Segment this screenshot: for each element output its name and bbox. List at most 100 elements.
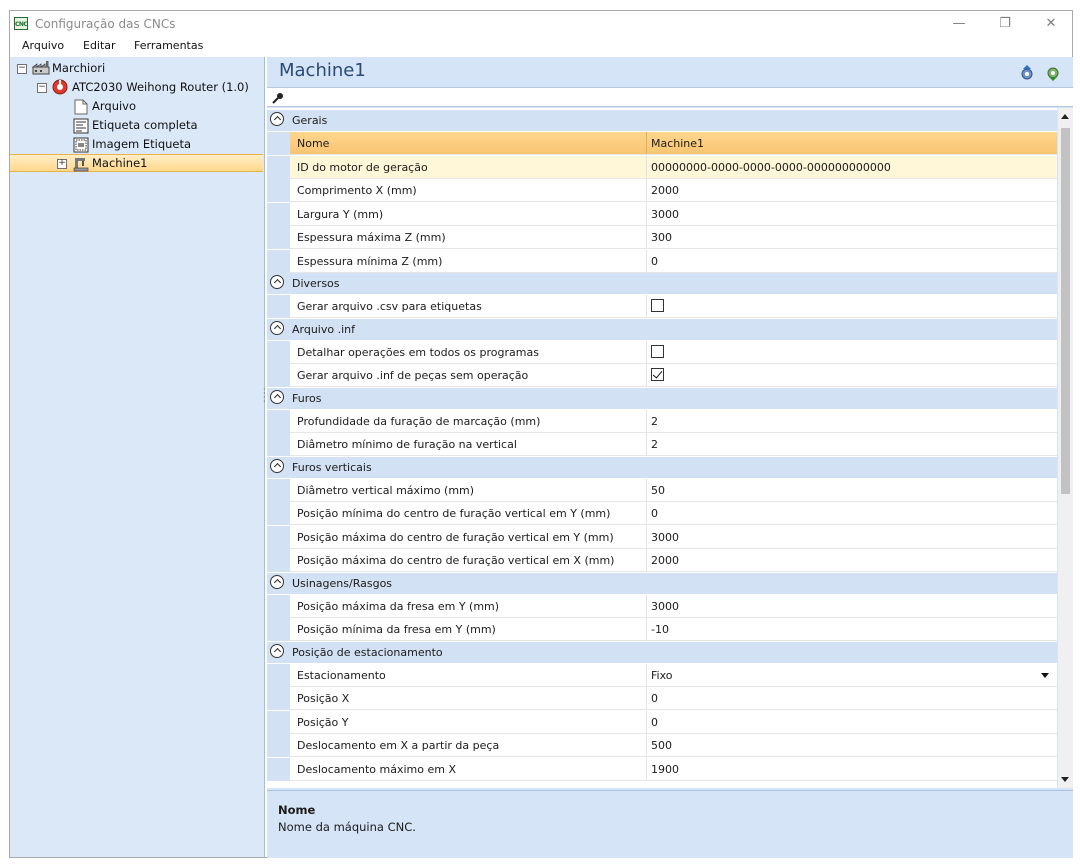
property-value[interactable]: Machine1 [651, 137, 704, 150]
property-name: Posição Y [297, 715, 349, 729]
property-row[interactable]: ID do motor de geração 00000000-0000-0000… [267, 155, 1057, 179]
tree-item-machine1[interactable]: Machine1 [92, 154, 147, 172]
category-header[interactable]: Usinagens/Rasgos [267, 572, 1057, 594]
help-description: Nome da máquina CNC. [278, 820, 416, 834]
dropdown-arrow-icon[interactable] [1041, 672, 1049, 678]
vertical-scrollbar[interactable] [1058, 108, 1073, 788]
collapse-chevron-icon[interactable] [270, 275, 284, 289]
property-row[interactable]: Gerar arquivo .csv para etiquetas [267, 295, 1057, 318]
property-value[interactable]: 0 [651, 255, 658, 268]
property-value[interactable]: 1900 [651, 763, 679, 776]
category-header[interactable]: Posição de estacionamento [267, 641, 1057, 663]
column-divider [646, 226, 647, 249]
property-row[interactable]: Diâmetro vertical máximo (mm) 50 [267, 478, 1057, 502]
property-value[interactable]: 2000 [651, 184, 679, 197]
settings-download-icon[interactable] [1045, 65, 1061, 81]
collapse-chevron-icon[interactable] [270, 458, 284, 473]
category-header[interactable]: Furos [267, 387, 1057, 409]
property-value[interactable]: 300 [651, 231, 672, 244]
category-label: Diversos [292, 277, 340, 290]
property-row[interactable]: Comprimento X (mm) 2000 [267, 179, 1057, 202]
expand-toggle-icon[interactable]: + [57, 159, 67, 169]
property-value[interactable]: 2 [651, 438, 658, 451]
tree-item-marchiori[interactable]: Marchiori [52, 59, 105, 77]
property-value[interactable]: Fixo [651, 669, 672, 682]
property-value[interactable]: 0 [651, 692, 658, 705]
menu-ferramentas[interactable]: Ferramentas [134, 39, 203, 52]
property-row[interactable]: Posição mínima da fresa em Y (mm) -10 [267, 618, 1057, 641]
splitter-handle[interactable]: · · · · [263, 386, 266, 406]
scroll-up-arrow-icon[interactable] [1061, 114, 1069, 119]
property-name: Profundidade da furação de marcação (mm) [297, 414, 541, 428]
scroll-down-arrow-icon[interactable] [1061, 777, 1069, 782]
property-search-bar[interactable] [267, 87, 1073, 107]
property-value[interactable]: -10 [651, 623, 669, 636]
property-row[interactable]: Espessura máxima Z (mm) 300 [267, 226, 1057, 249]
minimize-button[interactable]: — [936, 13, 982, 35]
property-checkbox[interactable] [651, 368, 664, 381]
collapse-toggle-icon[interactable]: − [37, 83, 47, 93]
collapse-chevron-icon[interactable] [270, 320, 284, 335]
collapse-chevron-icon[interactable] [270, 389, 284, 404]
close-button[interactable]: ✕ [1028, 13, 1074, 35]
property-row[interactable]: Deslocamento máximo em X 1900 [267, 757, 1057, 781]
property-value[interactable]: 500 [651, 739, 672, 752]
category-header[interactable]: Arquivo .inf [267, 318, 1057, 340]
category-label: Furos verticais [292, 460, 372, 474]
search-key-icon [272, 93, 283, 104]
tree-item-etiqueta-completa[interactable]: Etiqueta completa [92, 116, 198, 134]
property-row[interactable]: Posição máxima do centro de furação vert… [267, 549, 1057, 572]
property-row[interactable]: Estacionamento Fixo [267, 663, 1057, 687]
property-name: Nome [297, 137, 330, 150]
menu-editar[interactable]: Editar [83, 39, 116, 52]
property-value[interactable]: 50 [651, 484, 665, 497]
row-gutter [267, 618, 290, 641]
property-row[interactable]: Posição máxima da fresa em Y (mm) 3000 [267, 594, 1057, 618]
property-row[interactable]: Detalhar operações em todos os programas [267, 340, 1057, 364]
property-row[interactable]: Deslocamento em X a partir da peça 500 [267, 734, 1057, 757]
tree-item-router[interactable]: ATC2030 Weihong Router (1.0) [72, 78, 249, 96]
property-value[interactable]: 2 [651, 415, 658, 428]
collapse-chevron-icon[interactable] [270, 112, 284, 126]
property-row[interactable]: Profundidade da furação de marcação (mm)… [267, 409, 1057, 433]
property-checkbox[interactable] [651, 299, 664, 312]
property-row[interactable]: Gerar arquivo .inf de peças sem operação [267, 364, 1057, 387]
category-label: Usinagens/Rasgos [292, 576, 393, 590]
property-value[interactable]: 00000000-0000-0000-0000-000000000000 [651, 161, 891, 174]
collapse-chevron-icon[interactable] [270, 643, 284, 658]
property-row[interactable]: Diâmetro mínimo de furação na vertical 2 [267, 433, 1057, 456]
property-value[interactable]: 0 [651, 716, 658, 729]
collapse-toggle-icon[interactable]: − [17, 64, 27, 74]
category-header[interactable]: Gerais [267, 110, 1057, 131]
property-name: Deslocamento em X a partir da peça [297, 739, 500, 752]
property-value[interactable]: 2000 [651, 554, 679, 567]
row-gutter [267, 132, 290, 155]
tree-item-imagem-etiqueta[interactable]: Imagem Etiqueta [92, 135, 191, 153]
menu-arquivo[interactable]: Arquivo [22, 39, 64, 52]
row-gutter [267, 757, 290, 781]
scrollbar-thumb[interactable] [1061, 128, 1070, 494]
property-row[interactable]: Posição máxima do centro de furação vert… [267, 525, 1057, 549]
settings-upload-icon[interactable] [1019, 65, 1035, 81]
property-checkbox[interactable] [651, 344, 664, 358]
property-row[interactable]: Posição X 0 [267, 687, 1057, 710]
property-value[interactable]: 3000 [651, 600, 679, 613]
property-value[interactable]: 3000 [651, 208, 679, 221]
row-gutter [267, 525, 290, 549]
row-gutter [267, 364, 290, 387]
property-row[interactable]: Espessura mínima Z (mm) 0 [267, 249, 1057, 273]
property-row[interactable]: Posição Y 0 [267, 710, 1057, 734]
property-value[interactable]: 0 [651, 507, 658, 520]
collapse-chevron-icon[interactable] [270, 574, 284, 589]
category-header[interactable]: Diversos [267, 273, 1057, 294]
property-value[interactable]: 3000 [651, 531, 679, 544]
category-header[interactable]: Furos verticais [267, 456, 1057, 478]
property-grid: Gerais Nome Machine1 ID do motor de geração… [267, 108, 1057, 788]
property-row[interactable]: Posição mínima do centro de furação vert… [267, 502, 1057, 525]
restore-button[interactable]: ❐ [982, 13, 1028, 35]
column-divider [646, 364, 647, 387]
property-row[interactable]: Largura Y (mm) 3000 [267, 202, 1057, 226]
tree-item-arquivo[interactable]: Arquivo [92, 97, 136, 115]
property-row[interactable]: Nome Machine1 [267, 132, 1057, 155]
property-name: Posição máxima do centro de furação vert… [297, 554, 615, 567]
